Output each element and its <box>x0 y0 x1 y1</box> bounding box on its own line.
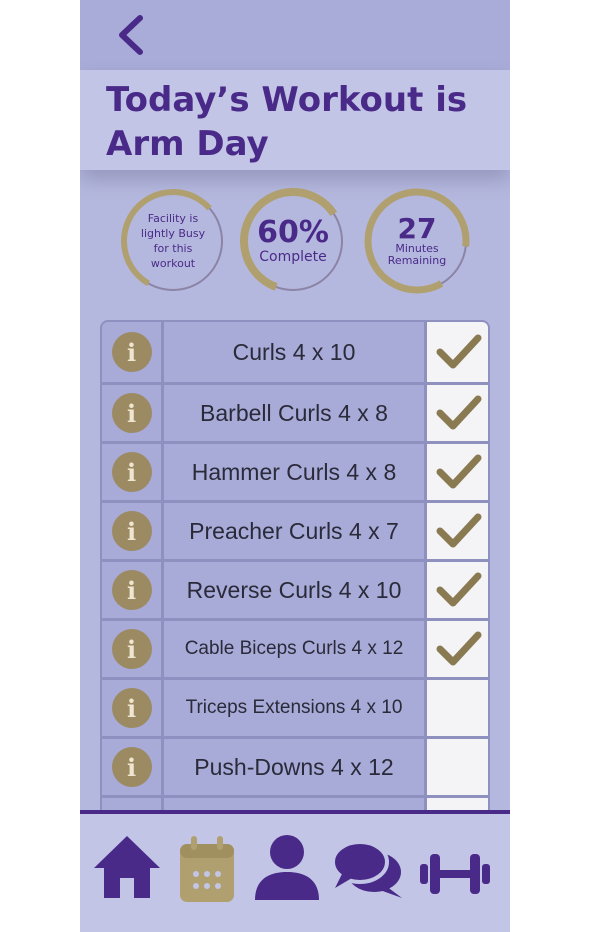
back-button[interactable] <box>108 8 158 62</box>
info-icon[interactable]: i <box>111 393 152 433</box>
checkmark-icon <box>436 572 481 607</box>
bottom-nav <box>80 810 510 932</box>
checkmark-icon <box>436 513 481 548</box>
exercise-name: Hammer Curls 4 x 8 <box>191 458 397 485</box>
info-cell: i <box>102 680 164 736</box>
checkmark-icon <box>436 454 481 489</box>
completion-checkbox[interactable] <box>424 385 488 441</box>
exercise-row-partial <box>102 798 488 810</box>
exercise-name: Preacher Curls 4 x 7 <box>189 517 399 544</box>
home-icon <box>94 836 160 898</box>
info-cell: i <box>102 562 164 618</box>
info-cell: i <box>102 739 164 795</box>
exercise-row: i Hammer Curls 4 x 8 <box>102 444 488 503</box>
title-card: Today’s Workout is Arm Day <box>80 70 510 170</box>
info-cell: i <box>102 385 164 441</box>
info-cell <box>102 798 164 810</box>
minutes-label: Minutes Remaining <box>387 242 447 267</box>
progress-gauge: 60% Complete <box>238 186 348 296</box>
info-cell: i <box>102 621 164 677</box>
info-icon[interactable]: i <box>111 747 152 787</box>
info-icon[interactable]: i <box>111 332 152 372</box>
nav-calendar-button[interactable] <box>178 836 236 908</box>
info-icon[interactable]: i <box>111 688 152 728</box>
checkmark-icon <box>436 334 481 369</box>
app-screen: Today’s Workout is Arm Day Facility is l… <box>80 0 510 932</box>
top-bar <box>80 0 510 70</box>
exercise-row: i Push-Downs 4 x 12 <box>102 739 488 798</box>
checkmark-icon <box>436 395 481 430</box>
nav-profile-button[interactable] <box>252 834 322 906</box>
progress-label: Complete <box>259 249 327 265</box>
profile-icon <box>255 835 319 900</box>
nav-home-button[interactable] <box>92 834 162 904</box>
exercise-name: Barbell Curls 4 x 8 <box>200 399 388 426</box>
exercise-name: Push-Downs 4 x 12 <box>194 753 394 780</box>
nav-workout-button[interactable] <box>418 852 492 900</box>
exercise-name: Cable Biceps Curls 4 x 12 <box>184 638 404 659</box>
calendar-icon <box>180 836 234 902</box>
chevron-left-icon <box>119 15 143 55</box>
dumbbell-icon <box>420 854 490 894</box>
completion-checkbox[interactable] <box>424 798 488 810</box>
exercise-row: i Triceps Extensions 4 x 10 <box>102 680 488 739</box>
exercise-list: i Curls 4 x 10 i Barbell Curls 4 x 8 i Hammer… <box>100 320 490 810</box>
completion-checkbox[interactable] <box>424 503 488 559</box>
progress-value: 60% <box>257 215 329 250</box>
completion-checkbox[interactable] <box>424 562 488 618</box>
exercise-name: Curls 4 x 10 <box>232 338 356 365</box>
exercise-row: i Curls 4 x 10 <box>102 322 488 385</box>
completion-checkbox[interactable] <box>424 621 488 677</box>
exercise-row: i Barbell Curls 4 x 8 <box>102 385 488 444</box>
checkmark-icon <box>436 631 481 666</box>
exercise-name: Reverse Curls 4 x 10 <box>186 576 402 603</box>
time-remaining-gauge: 27 Minutes Remaining <box>362 186 472 296</box>
nav-chat-button[interactable] <box>331 838 404 904</box>
info-cell: i <box>102 444 164 500</box>
facility-busy-gauge: Facility is lightly Busy for this workou… <box>118 186 228 296</box>
completion-checkbox[interactable] <box>424 739 488 795</box>
info-icon[interactable]: i <box>111 570 152 610</box>
exercise-row: i Cable Biceps Curls 4 x 12 <box>102 621 488 680</box>
page-title: Today’s Workout is Arm Day <box>106 80 468 164</box>
info-cell: i <box>102 503 164 559</box>
minutes-value: 27 <box>397 212 437 245</box>
completion-checkbox[interactable] <box>424 680 488 736</box>
exercise-row: i Reverse Curls 4 x 10 <box>102 562 488 621</box>
completion-checkbox[interactable] <box>424 444 488 500</box>
exercise-name: Triceps Extensions 4 x 10 <box>185 697 403 718</box>
facility-busy-text: Facility is lightly Busy for this workou… <box>140 212 206 270</box>
completion-checkbox[interactable] <box>424 322 488 382</box>
info-cell: i <box>102 322 164 382</box>
info-icon[interactable]: i <box>111 452 152 492</box>
exercise-row: i Preacher Curls 4 x 7 <box>102 503 488 562</box>
chat-icon <box>331 840 402 898</box>
info-icon[interactable]: i <box>111 511 152 551</box>
info-icon[interactable]: i <box>111 629 152 669</box>
